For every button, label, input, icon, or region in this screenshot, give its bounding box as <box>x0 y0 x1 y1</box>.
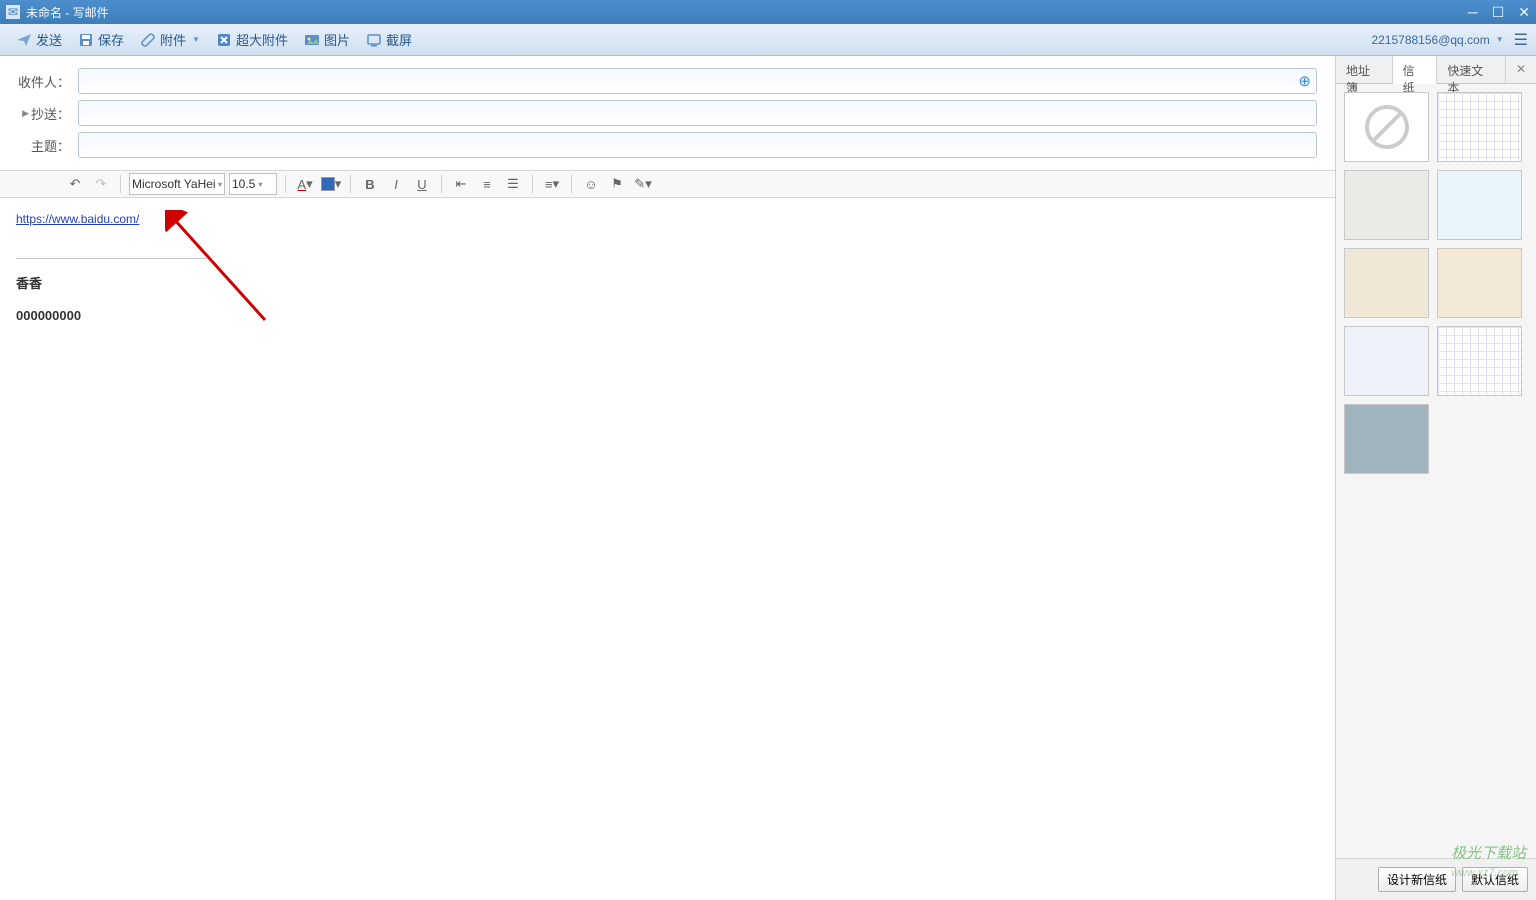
stationery-item[interactable] <box>1437 248 1522 318</box>
screenshot-button[interactable]: 截屏 <box>358 28 420 51</box>
to-input[interactable] <box>78 68 1317 94</box>
stationery-grid <box>1336 84 1536 858</box>
send-button[interactable]: 发送 <box>8 28 70 51</box>
font-select[interactable]: Microsoft YaHei▾ <box>129 173 225 195</box>
emoji-button[interactable]: ☺ <box>580 173 602 195</box>
stationery-item[interactable] <box>1437 170 1522 240</box>
save-button[interactable]: 保存 <box>70 28 132 51</box>
stationery-item[interactable] <box>1437 92 1522 162</box>
format-toolbar: ↶ ↷ Microsoft YaHei▾ 10.5▾ A▾ ▾ B I U ⇤ … <box>0 170 1335 198</box>
add-recipient-icon[interactable]: ⊕ <box>1298 72 1311 90</box>
account-dropdown[interactable]: 2215788156@qq.com ▼ <box>1371 33 1503 47</box>
editor-area[interactable]: https://www.baidu.com/ 香香 000000000 <box>0 198 1335 900</box>
stationery-item[interactable] <box>1344 404 1429 474</box>
minimize-button[interactable]: ─ <box>1468 4 1478 21</box>
italic-button[interactable]: I <box>385 173 407 195</box>
tab-contacts[interactable]: 地址簿 <box>1336 56 1393 83</box>
stationery-item[interactable] <box>1344 326 1429 396</box>
app-icon: ✉ <box>6 5 20 19</box>
align-button[interactable]: ≡▾ <box>541 173 563 195</box>
screenshot-icon <box>366 32 382 48</box>
stationery-item[interactable] <box>1437 326 1522 396</box>
tab-stationery[interactable]: 信纸 <box>1393 56 1438 84</box>
flag-button[interactable]: ⚑ <box>606 173 628 195</box>
image-icon <box>304 32 320 48</box>
tab-quicktext[interactable]: 快速文本 <box>1437 56 1506 83</box>
right-panel: 地址簿 信纸 快速文本 ✕ 设计新信纸 默认信纸 <box>1336 56 1536 900</box>
to-label: 收件人： <box>10 72 70 91</box>
stationery-item[interactable] <box>1344 248 1429 318</box>
body-link[interactable]: https://www.baidu.com/ <box>16 212 139 226</box>
attach-button[interactable]: 附件 ▼ <box>132 28 208 51</box>
ordered-list-button[interactable]: ≡ <box>476 173 498 195</box>
stationery-item[interactable] <box>1344 170 1429 240</box>
signature-phone: 000000000 <box>16 308 1319 323</box>
stationery-none[interactable] <box>1344 92 1429 162</box>
cc-input[interactable] <box>78 100 1317 126</box>
main-toolbar: 发送 保存 附件 ▼ 超大附件 图片 截屏 2215788156@qq.com … <box>0 24 1536 56</box>
font-size-select[interactable]: 10.5▾ <box>229 173 277 195</box>
close-button[interactable]: ✕ <box>1518 4 1530 21</box>
underline-button[interactable]: U <box>411 173 433 195</box>
header-fields: 收件人： ⊕ ▶抄送： 主题： <box>0 56 1335 170</box>
big-attach-button[interactable]: 超大附件 <box>208 28 296 51</box>
outdent-button[interactable]: ⇤ <box>450 173 472 195</box>
chevron-down-icon: ▼ <box>1496 35 1504 44</box>
big-attach-icon <box>216 32 232 48</box>
paperclip-icon <box>140 32 156 48</box>
subject-label: 主题： <box>10 136 70 155</box>
expand-cc-icon[interactable]: ▶ <box>22 108 29 119</box>
more-format-button[interactable]: ✎▾ <box>632 173 654 195</box>
send-icon <box>16 32 32 48</box>
chevron-down-icon: ▼ <box>192 35 200 44</box>
close-panel-button[interactable]: ✕ <box>1506 56 1536 83</box>
redo-button[interactable]: ↷ <box>90 173 112 195</box>
unordered-list-button[interactable]: ☰ <box>502 173 524 195</box>
design-stationery-button[interactable]: 设计新信纸 <box>1378 867 1456 892</box>
highlight-button[interactable]: ▾ <box>320 173 342 195</box>
save-icon <box>78 32 94 48</box>
subject-input[interactable] <box>78 132 1317 158</box>
image-button[interactable]: 图片 <box>296 28 358 51</box>
maximize-button[interactable]: ☐ <box>1492 4 1505 21</box>
bold-button[interactable]: B <box>359 173 381 195</box>
title-bar: ✉ 未命名 - 写邮件 ─ ☐ ✕ <box>0 0 1536 24</box>
cc-label: 抄送： <box>31 104 70 123</box>
menu-icon[interactable]: ☰ <box>1514 30 1528 50</box>
undo-button[interactable]: ↶ <box>64 173 86 195</box>
signature-name: 香香 <box>16 273 1319 292</box>
default-stationery-button[interactable]: 默认信纸 <box>1462 867 1528 892</box>
font-color-button[interactable]: A▾ <box>294 173 316 195</box>
window-title: 未命名 - 写邮件 <box>26 4 109 21</box>
